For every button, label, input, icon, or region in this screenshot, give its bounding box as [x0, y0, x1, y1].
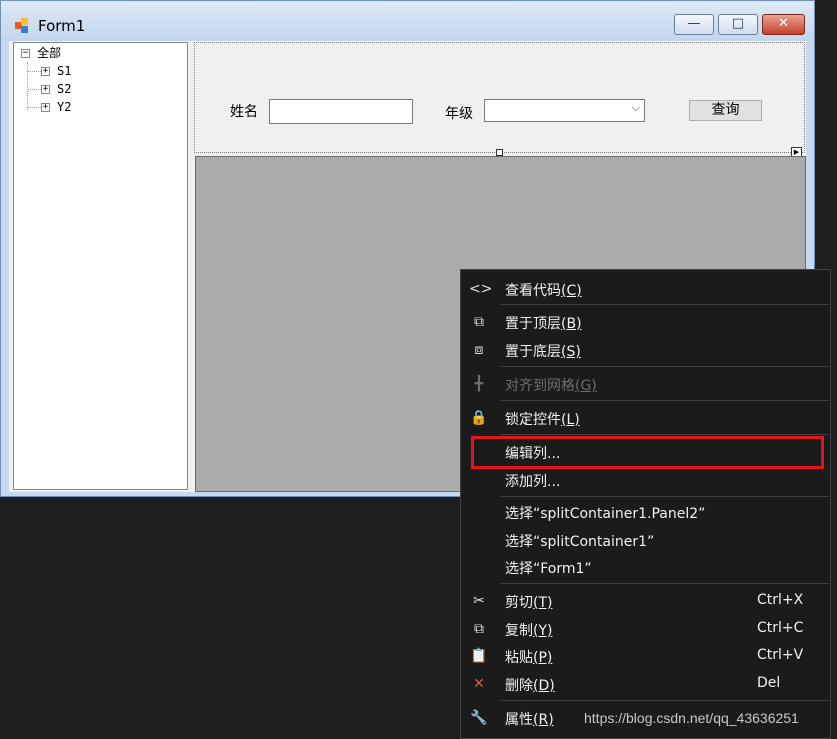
- maximize-button[interactable]: □: [718, 14, 758, 35]
- query-button[interactable]: 查询: [689, 100, 762, 121]
- tree-collapse-icon[interactable]: −: [21, 49, 30, 58]
- menu-item-select-panel2[interactable]: 选择“splitContainer1.Panel2”: [461, 499, 830, 525]
- context-menu: <> 查看代码(C) ⧉ 置于顶层(B) ⧈ 置于底层(S) ╋ 对齐到网格(G…: [460, 269, 831, 739]
- menu-item-shortcut: Ctrl+V: [757, 647, 804, 663]
- menu-item-label: 锁定控件(L): [505, 412, 580, 428]
- menu-item-bring-to-front[interactable]: ⧉ 置于顶层(B): [461, 309, 830, 335]
- menu-item-delete[interactable]: ✕ 删除(D) Del: [461, 671, 830, 697]
- menu-item-view-code[interactable]: <> 查看代码(C): [461, 276, 830, 302]
- tree-node-label: S1: [57, 64, 72, 78]
- watermark-text: https://blog.csdn.net/qq_43636251: [584, 710, 799, 726]
- menu-item-send-to-back[interactable]: ⧈ 置于底层(S): [461, 337, 830, 363]
- tree-expand-icon[interactable]: +: [41, 103, 50, 112]
- chevron-down-icon[interactable]: ⌵: [632, 101, 640, 115]
- menu-separator: [501, 700, 829, 701]
- menu-separator: [501, 434, 829, 435]
- name-label: 姓名: [230, 104, 258, 120]
- grade-combobox[interactable]: ⌵: [484, 99, 645, 122]
- grade-label: 年级: [445, 106, 473, 122]
- menu-item-label: 添加列...: [505, 474, 561, 490]
- menu-separator: [501, 400, 829, 401]
- title-bar[interactable]: Form1 — □ ✕: [1, 1, 814, 41]
- menu-item-copy[interactable]: ⧉ 复制(Y) Ctrl+C: [461, 616, 830, 642]
- tree-expand-icon[interactable]: +: [41, 67, 50, 76]
- split-panel-1[interactable]: 姓名 年级 ⌵ 查询: [194, 42, 805, 153]
- menu-item-cut[interactable]: ✂ 剪切(T) Ctrl+X: [461, 588, 830, 614]
- tree-node-label: Y2: [57, 100, 72, 114]
- align-grid-icon: ╋: [474, 376, 484, 392]
- menu-item-shortcut: Del: [757, 675, 781, 691]
- menu-item-label: 复制(Y): [505, 623, 553, 639]
- menu-item-label: 选择“Form1”: [505, 561, 592, 577]
- lock-icon: 🔒: [470, 410, 488, 426]
- name-input[interactable]: [269, 99, 413, 124]
- tree-node-label: S2: [57, 82, 72, 96]
- close-button[interactable]: ✕: [762, 14, 805, 35]
- menu-separator: [501, 304, 829, 305]
- delete-icon: ✕: [473, 676, 485, 692]
- menu-item-shortcut: Ctrl+C: [757, 620, 804, 636]
- resize-handle[interactable]: [496, 149, 503, 156]
- menu-item-label: 剪切(T): [505, 595, 553, 611]
- menu-item-lock-controls[interactable]: 🔒 锁定控件(L): [461, 405, 830, 431]
- menu-item-paste[interactable]: 📋 粘贴(P) Ctrl+V: [461, 643, 830, 669]
- menu-item-label: 选择“splitContainer1”: [505, 534, 655, 550]
- menu-item-label: 粘贴(P): [505, 650, 553, 666]
- menu-separator: [501, 496, 829, 497]
- properties-icon: 🔧: [470, 710, 488, 726]
- code-icon: <>: [469, 281, 493, 297]
- copy-icon: ⧉: [474, 621, 484, 637]
- window-title: Form1: [38, 17, 86, 35]
- menu-item-label: 对齐到网格(G): [505, 378, 597, 394]
- menu-separator: [501, 366, 829, 367]
- tree-expand-icon[interactable]: +: [41, 85, 50, 94]
- menu-item-label: 删除(D): [505, 678, 555, 694]
- menu-item-select-form[interactable]: 选择“Form1”: [461, 554, 830, 580]
- send-to-back-icon: ⧈: [474, 342, 484, 358]
- menu-item-label: 置于底层(S): [505, 344, 581, 360]
- menu-item-label: 选择“splitContainer1.Panel2”: [505, 506, 706, 522]
- bring-to-front-icon: ⧉: [474, 314, 484, 330]
- tree-connector-line: [27, 62, 28, 110]
- menu-item-select-splitcontainer[interactable]: 选择“splitContainer1”: [461, 527, 830, 553]
- cut-icon: ✂: [473, 593, 485, 609]
- minimize-button[interactable]: —: [674, 14, 714, 35]
- menu-item-label: 置于顶层(B): [505, 316, 582, 332]
- menu-item-add-column[interactable]: 添加列...: [461, 467, 830, 493]
- form-app-icon: [15, 18, 31, 34]
- menu-item-label: 查看代码(C): [505, 283, 582, 299]
- paste-icon: 📋: [470, 648, 488, 664]
- menu-item-align-to-grid[interactable]: ╋ 对齐到网格(G): [461, 371, 830, 397]
- menu-item-shortcut: Ctrl+X: [757, 592, 804, 608]
- tree-node-label: 全部: [37, 46, 62, 60]
- highlight-annotation-box: [471, 436, 824, 469]
- menu-item-label: 属性(R): [505, 712, 554, 728]
- tree-view[interactable]: − 全部 + S1 + S2 + Y2: [13, 42, 188, 490]
- menu-separator: [501, 583, 829, 584]
